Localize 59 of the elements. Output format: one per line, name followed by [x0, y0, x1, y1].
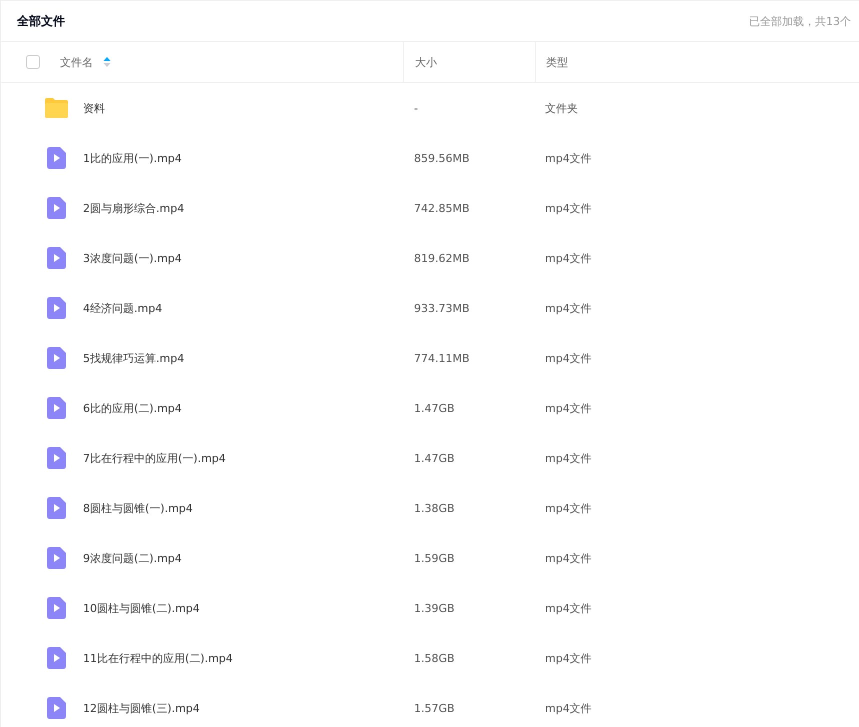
column-header[interactable]: 大小 — [415, 54, 437, 70]
video-file-icon — [47, 447, 66, 469]
column-header[interactable]: 文件名 — [60, 54, 93, 70]
page-title: 全部文件 — [17, 12, 65, 30]
file-size: 1.57GB — [414, 702, 455, 714]
file-name[interactable]: 8圆柱与圆锥(一).mp4 — [83, 500, 193, 516]
file-name[interactable]: 12圆柱与圆锥(三).mp4 — [83, 700, 200, 716]
file-name[interactable]: 1比的应用(一).mp4 — [83, 150, 182, 166]
file-type: mp4文件 — [545, 550, 592, 566]
file-size: 1.47GB — [414, 402, 455, 414]
file-name[interactable]: 11比在行程中的应用(二).mp4 — [83, 650, 233, 666]
file-type: mp4文件 — [545, 400, 592, 416]
select-all-checkbox[interactable] — [26, 55, 40, 69]
file-type: mp4文件 — [545, 200, 592, 216]
file-size: 1.38GB — [414, 502, 455, 514]
video-file-icon — [47, 197, 66, 219]
folder-icon — [44, 97, 69, 119]
file-name[interactable]: 3浓度问题(一).mp4 — [83, 250, 182, 266]
video-file-icon — [47, 397, 66, 419]
file-type: mp4文件 — [545, 250, 592, 266]
column-header[interactable]: 类型 — [546, 54, 568, 70]
video-file-icon — [47, 297, 66, 319]
file-size: 933.73MB — [414, 302, 470, 314]
video-file-icon — [47, 697, 66, 719]
video-file-icon — [47, 647, 66, 669]
file-type: mp4文件 — [545, 500, 592, 516]
file-type: mp4文件 — [545, 600, 592, 616]
file-name[interactable]: 4经济问题.mp4 — [83, 300, 162, 316]
file-size: 774.11MB — [414, 352, 470, 364]
load-status: 已全部加载，共13个 — [749, 14, 851, 28]
file-name[interactable]: 9浓度问题(二).mp4 — [83, 550, 182, 566]
file-type: mp4文件 — [545, 150, 592, 166]
video-file-icon — [47, 497, 66, 519]
file-type: mp4文件 — [545, 700, 592, 716]
video-file-icon — [47, 347, 66, 369]
video-file-icon — [47, 597, 66, 619]
file-name[interactable]: 7比在行程中的应用(一).mp4 — [83, 450, 226, 466]
file-size: 1.58GB — [414, 652, 455, 664]
file-type: 文件夹 — [545, 100, 578, 116]
file-size: 859.56MB — [414, 152, 470, 164]
file-type: mp4文件 — [545, 300, 592, 316]
file-size: 1.39GB — [414, 602, 455, 614]
video-file-icon — [47, 547, 66, 569]
file-type: mp4文件 — [545, 650, 592, 666]
file-size: 1.59GB — [414, 552, 455, 564]
file-name[interactable]: 2圆与扇形综合.mp4 — [83, 200, 184, 216]
file-size: 742.85MB — [414, 202, 470, 214]
file-type: mp4文件 — [545, 350, 592, 366]
file-size: 819.62MB — [414, 252, 470, 264]
sort-icon[interactable] — [103, 56, 111, 68]
file-name[interactable]: 5找规律巧运算.mp4 — [83, 350, 184, 366]
file-type: mp4文件 — [545, 450, 592, 466]
file-size: 1.47GB — [414, 452, 455, 464]
file-size: - — [414, 102, 418, 114]
file-name[interactable]: 资料 — [83, 100, 105, 116]
video-file-icon — [47, 147, 66, 169]
video-file-icon — [47, 247, 66, 269]
file-name[interactable]: 6比的应用(二).mp4 — [83, 400, 182, 416]
file-name[interactable]: 10圆柱与圆锥(二).mp4 — [83, 600, 200, 616]
